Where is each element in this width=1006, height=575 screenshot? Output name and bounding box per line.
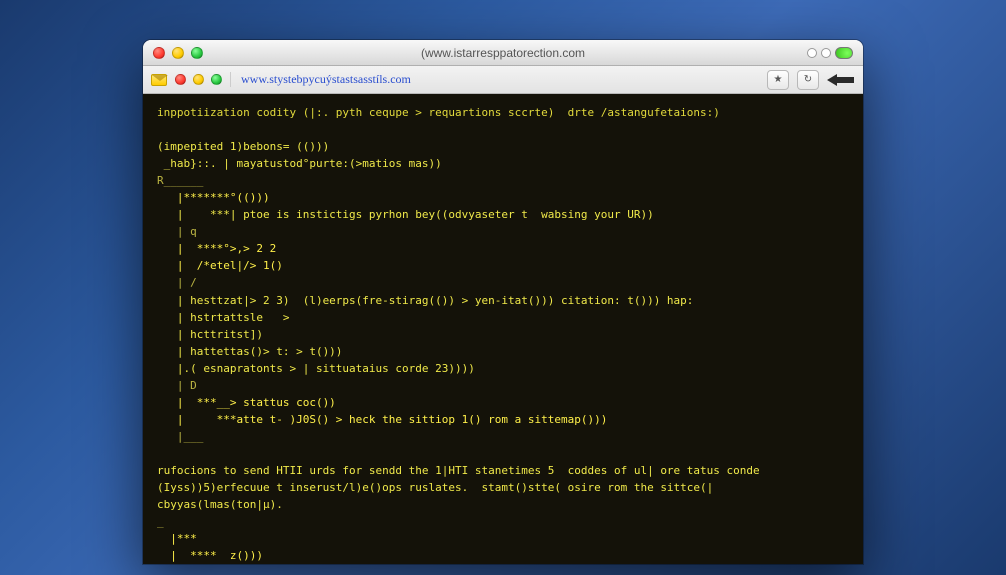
- window-titlebar: (www.istarresppatorection.com: [143, 40, 863, 66]
- browser-window: (www.istarresppatorection.com www.styste…: [143, 40, 863, 564]
- back-arrow-icon[interactable]: [827, 74, 855, 86]
- terminal-line: | /*etel|/> 1(): [157, 259, 283, 272]
- terminal-line: (Iyss))5)erfecuue t inserust/l)e()ops ru…: [157, 481, 713, 494]
- refresh-icon[interactable]: ↻: [797, 70, 819, 90]
- titlebar-right-controls: [807, 47, 853, 59]
- terminal-line: | hesttzat|> 2 3) (l)eerps(fre-stirag(()…: [157, 294, 693, 307]
- tab-minimize-button[interactable]: [193, 74, 204, 85]
- terminal-line: |.( esnapratonts > | sittuataius corde 2…: [157, 362, 475, 375]
- terminal-line: (impepited 1)bebons= (())): [157, 140, 329, 153]
- status-dot-icon: [807, 48, 817, 58]
- terminal-line: _hab}::. | mayatustod°purte:(>matios mas…: [157, 157, 442, 170]
- tab-close-button[interactable]: [175, 74, 186, 85]
- zoom-window-button[interactable]: [191, 47, 203, 59]
- browser-toolbar: www.stystebpycuýstastsasstíls.com ★ ↻: [143, 66, 863, 94]
- window-title: (www.istarresppatorection.com: [143, 46, 863, 60]
- terminal-line: | hstrtattsle >: [157, 311, 289, 324]
- terminal-line: inppotiization codity (|:. pyth cequpe >…: [157, 106, 720, 119]
- terminal-line: R______: [157, 174, 203, 187]
- terminal-line: rufocions to send HTII urds for sendd th…: [157, 464, 760, 477]
- terminal-line: | /: [157, 276, 197, 289]
- terminal-line: | ****°>,> 2 2: [157, 242, 276, 255]
- status-dot-icon-2: [821, 48, 831, 58]
- terminal-line: | q: [157, 225, 197, 238]
- terminal-line: | ***__> stattus coc()): [157, 396, 336, 409]
- terminal-line: | hattettas()> t: > t())): [157, 345, 342, 358]
- window-traffic-lights: [153, 47, 203, 59]
- tab-zoom-button[interactable]: [211, 74, 222, 85]
- terminal-line: |*******°(())): [157, 191, 270, 204]
- terminal-line: |___: [157, 430, 203, 443]
- terminal-line: | ***| ptoe is instictigs pyrhon bey((od…: [157, 208, 654, 221]
- toolbar-right: ★ ↻: [767, 70, 855, 90]
- close-window-button[interactable]: [153, 47, 165, 59]
- bookmark-icon[interactable]: ★: [767, 70, 789, 90]
- terminal-line: | **** z())): [157, 549, 263, 562]
- tab-traffic-lights: [175, 74, 222, 85]
- terminal-line: | D: [157, 379, 197, 392]
- terminal-line: | hcttritst]): [157, 328, 263, 341]
- terminal-line: | ***atte t- )J0S() > heck the sittiop 1…: [157, 413, 607, 426]
- minimize-window-button[interactable]: [172, 47, 184, 59]
- terminal-line: |***: [157, 532, 197, 545]
- terminal-line: cbyyas(lmas(ton|µ).: [157, 498, 283, 511]
- terminal-pane[interactable]: inppotiization codity (|:. pyth cequpe >…: [143, 94, 863, 564]
- terminal-line: _: [157, 515, 164, 528]
- status-pill-icon: [835, 47, 853, 59]
- mail-icon[interactable]: [151, 74, 167, 86]
- address-bar[interactable]: www.stystebpycuýstastsasstíls.com: [230, 72, 759, 87]
